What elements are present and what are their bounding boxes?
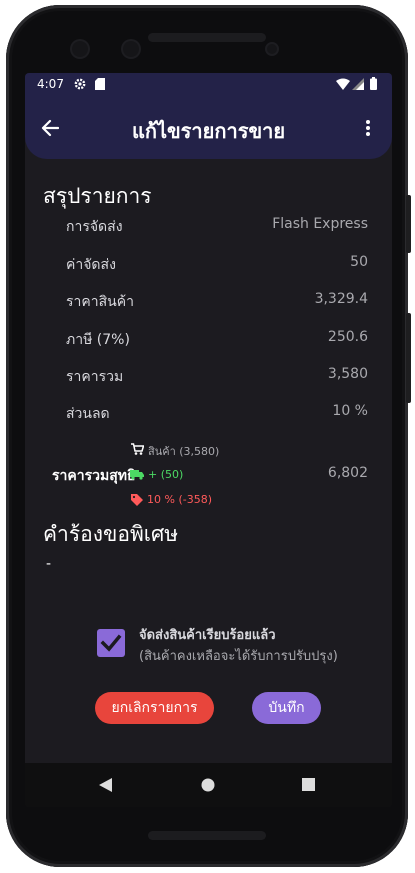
truck-icon — [130, 470, 144, 480]
row-total: ราคารวม 3,580 — [66, 366, 368, 386]
nav-recents-icon[interactable] — [302, 778, 315, 791]
row-vat: ภาษี (7%) 250.6 — [66, 329, 368, 349]
app-bar: แก้ไขรายการขาย — [25, 95, 392, 159]
navigation-bar — [25, 763, 392, 807]
row-product-price: ราคาสินค้า 3,329.4 — [66, 291, 368, 311]
row-label: ภาษี (7%) — [66, 332, 130, 348]
breakdown-shipping: + (50) — [148, 468, 184, 481]
front-sensor — [72, 41, 88, 57]
row-value: 3,329.4 — [314, 291, 368, 307]
settings-icon — [74, 78, 86, 90]
nav-back-icon[interactable] — [99, 778, 112, 792]
summary-title: สรุปรายการ — [43, 184, 152, 208]
tag-icon — [131, 494, 143, 506]
page-title: แก้ไขรายการขาย — [131, 119, 286, 143]
volume-button — [406, 313, 411, 403]
power-button — [406, 195, 411, 253]
save-button[interactable]: บันทึก — [252, 692, 321, 724]
row-shipping-fee: ค่าจัดส่ง 50 — [66, 254, 368, 274]
more-options-icon[interactable] — [365, 119, 371, 137]
bottom-speaker — [148, 831, 266, 840]
row-value: 10 % — [332, 403, 368, 419]
special-request-value: - — [46, 556, 52, 572]
nav-home-icon[interactable] — [201, 778, 215, 792]
row-label: ราคารวม — [66, 369, 124, 385]
breakdown-products: สินค้า (3,580) — [148, 445, 220, 458]
row-label: ค่าจัดส่ง — [66, 257, 116, 273]
row-shipping-method: การจัดส่ง Flash Express — [66, 216, 368, 236]
row-discount: ส่วนลด 10 % — [66, 403, 368, 423]
shipped-checkbox[interactable] — [97, 629, 125, 657]
net-total-value: 6,802 — [327, 465, 368, 481]
row-value: Flash Express — [272, 216, 368, 232]
front-camera — [123, 41, 139, 57]
row-label: ส่วนลด — [66, 406, 110, 422]
battery-icon — [370, 77, 377, 90]
cancel-order-button[interactable]: ยกเลิกรายการ — [95, 692, 214, 724]
cart-icon — [131, 443, 144, 455]
top-speaker — [148, 33, 266, 42]
row-value: 250.6 — [327, 329, 368, 345]
shipped-note: (สินค้าคงเหลือจะได้รับการปรับปรุง) — [139, 649, 338, 664]
proximity-sensor — [267, 44, 277, 54]
special-request-title: คำร้องขอพิเศษ — [43, 522, 179, 546]
row-label: การจัดส่ง — [66, 219, 123, 235]
row-value: 3,580 — [327, 366, 368, 382]
signal-icon — [352, 78, 364, 90]
status-bar: 4:07 — [25, 73, 392, 95]
check-icon — [100, 634, 122, 652]
wifi-icon — [336, 78, 350, 90]
net-total-label: ราคารวมสุทธิ — [52, 468, 136, 484]
row-label: ราคาสินค้า — [66, 294, 134, 310]
row-value: 50 — [350, 254, 368, 270]
breakdown-discount: 10 % (-358) — [147, 493, 212, 506]
shipped-label: จัดส่งสินค้าเรียบร้อยแล้ว — [139, 628, 276, 643]
screen: 4:07 แก้ไขรายการขาย สรุปรายการ การจัดส่ง — [25, 73, 392, 807]
sd-card-icon — [95, 78, 105, 90]
status-time: 4:07 — [37, 77, 64, 91]
